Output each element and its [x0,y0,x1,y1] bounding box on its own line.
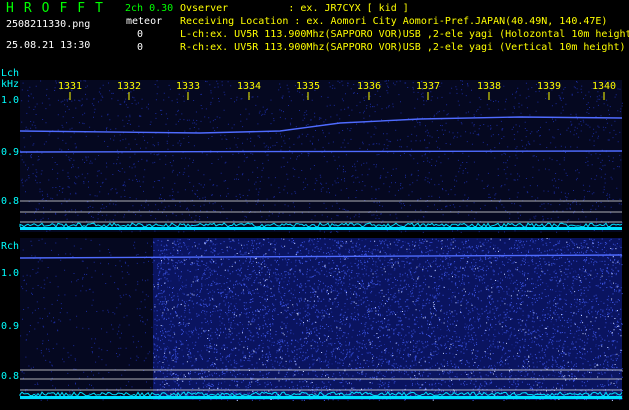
lch-meteor-count: 0 [137,29,144,40]
time-tick-label: 1333 [176,81,200,92]
rch-freq-tick: 0.9 [1,321,19,332]
baseline-bar [20,396,622,399]
lch-label: Lch [1,68,19,79]
lch-info-line: L-ch:ex. UV5R 113.900Mhz(SAPPORO VOR)USB… [180,29,629,40]
panel-background [20,80,622,232]
time-tick-label: 1334 [237,81,261,92]
datetime: 25.08.21 13:30 [6,40,91,51]
rch-label: Rch [1,241,19,252]
freq-unit-label: kHz [1,79,19,90]
lch-freq-tick: 1.0 [1,95,19,106]
filename: 2508211330.png [6,19,91,30]
time-tick-label: 1337 [416,81,440,92]
rch-freq-tick: 0.8 [1,371,19,382]
app-title: HROFFT [6,1,113,16]
mode-label: 2ch 0.30 [125,3,174,14]
time-tick-label: 1335 [296,81,320,92]
rch-freq-tick: 1.0 [1,268,19,279]
observer-line: Ovserver : ex. JR7CYX [ kid ] [180,3,409,14]
time-tick-label: 1339 [537,81,561,92]
spectrogram-canvas: 1331 1332 1333 1334 1335 1336 1337 1338 1339 1340… [1,68,623,401]
time-tick-label: 1332 [117,81,141,92]
rch-info-line: R-ch:ex. UV5R 113.900Mhz(SAPPORO VOR)USB… [180,42,626,53]
time-tick-label: 1336 [357,81,381,92]
meteor-label: meteor [126,16,163,27]
lch-freq-tick: 0.8 [1,196,19,207]
time-tick-label: 1340 [592,81,616,92]
rch-spectrogram [19,238,623,401]
baseline-bar [20,227,622,230]
location-line: Receiving Location : ex. Aomori City Aom… [180,16,608,27]
lch-freq-tick: 0.9 [1,147,19,158]
time-tick-label: 1338 [477,81,501,92]
rch-meteor-count: 0 [137,42,144,53]
time-tick-label: 1331 [58,81,82,92]
lch-spectrogram [19,80,623,233]
